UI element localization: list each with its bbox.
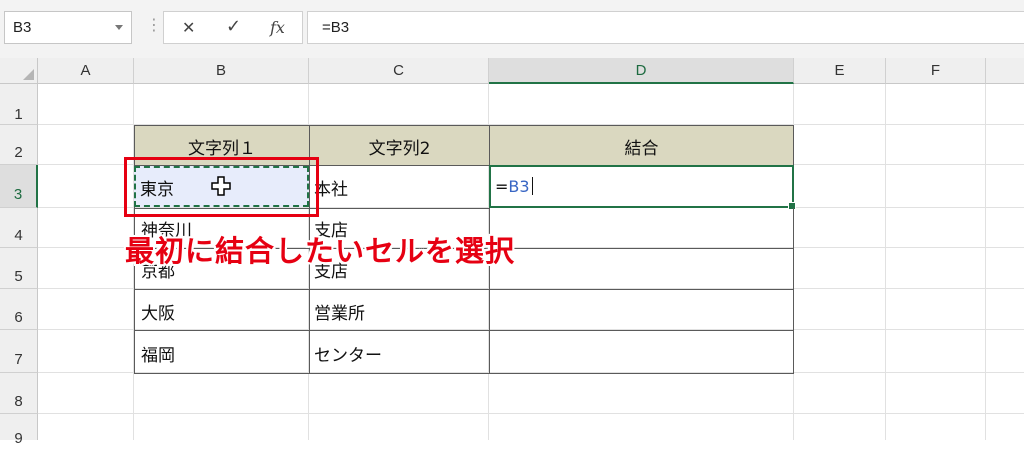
row-header-5[interactable]: 5	[0, 248, 38, 289]
text-caret	[531, 177, 533, 195]
formula-bar: B3 ⋮ ✕ ✓ fx =B3	[0, 0, 1024, 58]
table-cell-b6[interactable]: 大阪	[134, 289, 310, 331]
column-header-f[interactable]: F	[886, 58, 986, 84]
cell-value: 本社	[314, 180, 348, 200]
formula-buttons: ✕ ✓ fx	[163, 11, 303, 44]
column-header-b[interactable]: B	[134, 58, 309, 84]
column-header-e[interactable]: E	[794, 58, 886, 84]
column-header-d[interactable]: D	[489, 58, 794, 84]
enter-icon[interactable]: ✓	[226, 16, 241, 37]
more-options-icon: ⋮	[146, 15, 162, 34]
table-cell-d7[interactable]	[489, 330, 794, 374]
table-cell-b7[interactable]: 福岡	[134, 330, 310, 374]
header-label: 文字列2	[368, 139, 431, 159]
table-cell-c7[interactable]: センター	[309, 330, 490, 374]
table-cell-d4[interactable]	[489, 208, 794, 249]
header-label: 文字列１	[188, 139, 256, 159]
highlight-box	[124, 157, 319, 217]
table-cell-d5[interactable]	[489, 248, 794, 290]
table-cell-d6[interactable]	[489, 289, 794, 331]
cell-value: センター	[314, 346, 382, 366]
row-header-9[interactable]: 9	[0, 414, 38, 447]
formula-input[interactable]: =B3	[307, 11, 1024, 44]
table-cell-c3[interactable]: 本社	[309, 165, 490, 209]
column-header-a[interactable]: A	[38, 58, 134, 84]
select-all-icon	[23, 69, 34, 80]
header-cell-c2[interactable]: 文字列2	[309, 125, 490, 166]
formula-prefix: =	[495, 177, 509, 196]
chevron-down-icon[interactable]	[115, 25, 123, 30]
row-header-3[interactable]: 3	[0, 165, 38, 208]
row-header-7[interactable]: 7	[0, 330, 38, 373]
row-header-2[interactable]: 2	[0, 125, 38, 165]
name-box-value: B3	[13, 19, 32, 36]
table-cell-c6[interactable]: 営業所	[309, 289, 490, 331]
select-all-corner[interactable]	[0, 58, 38, 84]
header-cell-d2[interactable]: 結合	[489, 125, 794, 166]
insert-function-icon[interactable]: fx	[270, 18, 285, 37]
cancel-icon[interactable]: ✕	[182, 18, 195, 37]
formula-text: =B3	[322, 19, 350, 36]
cell-value: 営業所	[314, 304, 365, 324]
header-label: 結合	[624, 139, 659, 159]
row-header-6[interactable]: 6	[0, 289, 38, 330]
row-header-8[interactable]: 8	[0, 373, 38, 414]
formula-reference: B3	[508, 177, 530, 196]
cell-value: 大阪	[141, 304, 175, 324]
row-header-1[interactable]: 1	[0, 84, 38, 125]
row-header-4[interactable]: 4	[0, 208, 38, 248]
column-header-g[interactable]	[986, 58, 1024, 84]
column-header-c[interactable]: C	[309, 58, 489, 84]
annotation-text: 最初に結合したいセルを選択	[125, 234, 516, 268]
name-box[interactable]: B3	[4, 11, 132, 44]
cell-value: 福岡	[141, 346, 175, 366]
cell-formula: =B3	[495, 177, 533, 196]
active-cell-d3[interactable]: =B3	[489, 165, 796, 210]
